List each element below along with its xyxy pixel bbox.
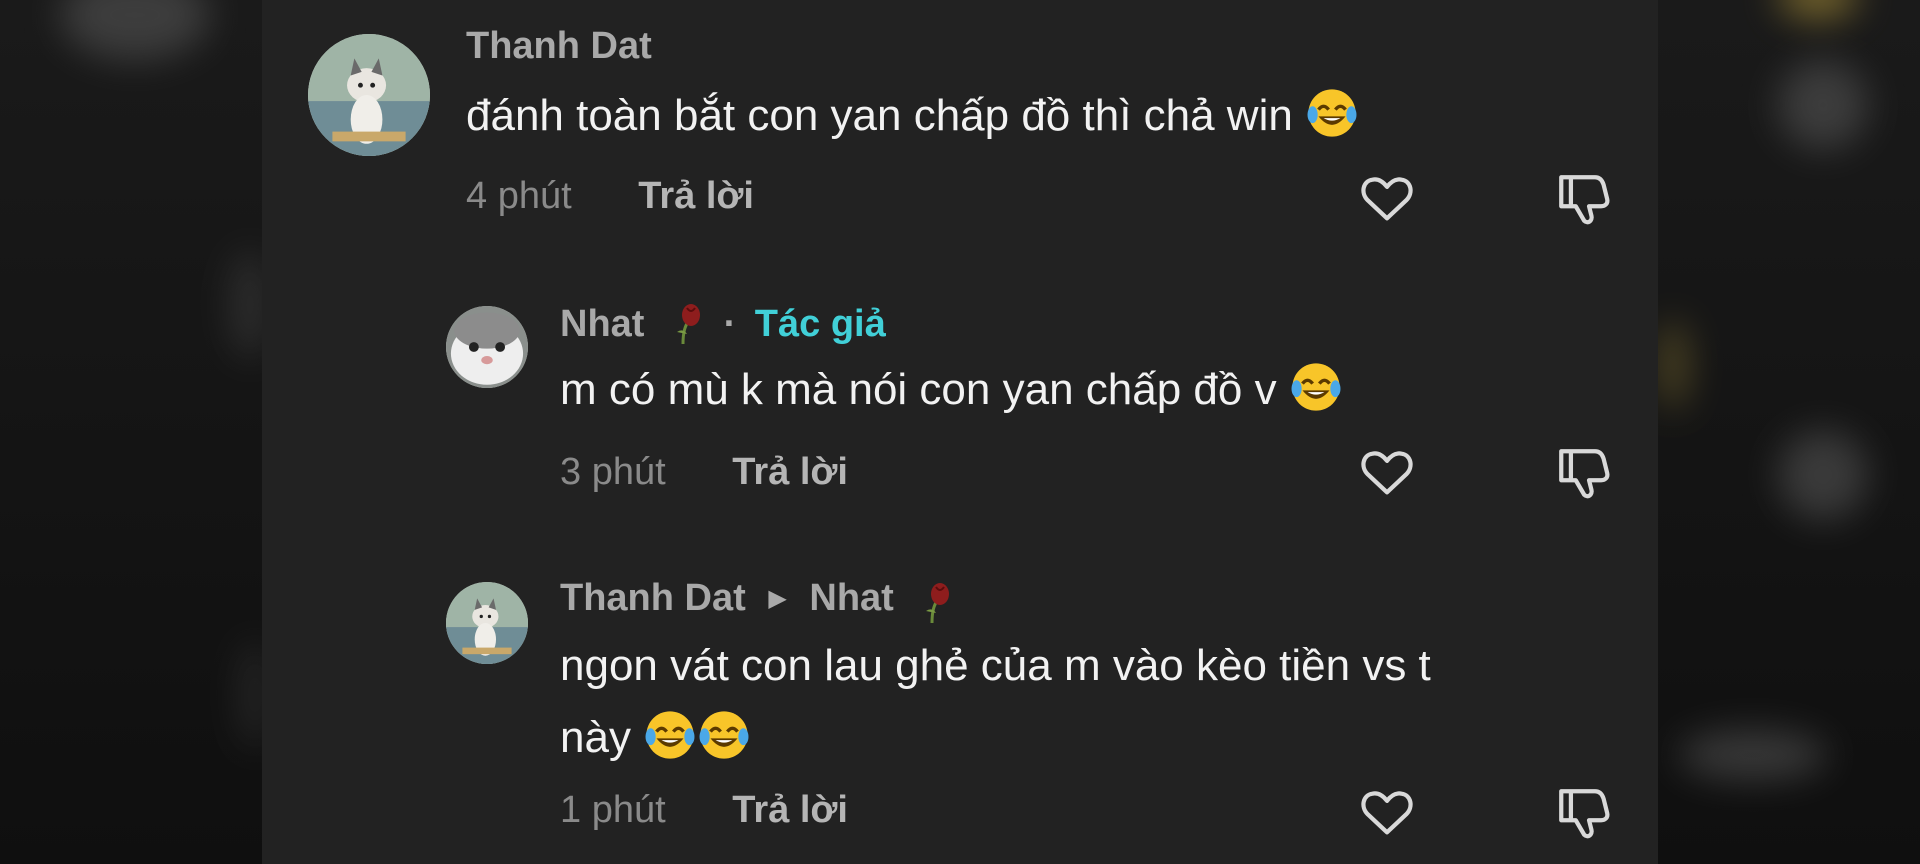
thumbs-down-outline-icon (1559, 449, 1610, 499)
comment-username[interactable]: Nhat (560, 303, 644, 345)
face-with-tears-of-joy-icon (697, 708, 751, 762)
cat-avatar-image (446, 306, 528, 388)
comment-meta: 3 phút Trả lời (560, 450, 848, 494)
wilted-rose-icon (914, 581, 954, 625)
reply-button[interactable]: Trả lời (732, 789, 848, 831)
cat-avatar-image (308, 34, 430, 156)
comment-username[interactable]: Thanh Dat (466, 24, 652, 68)
comment-text: đánh toàn bắt con yan chấp đồ thì chả wi… (466, 80, 1359, 152)
author-badge: Tác giả (754, 303, 886, 345)
dislike-button[interactable] (1554, 784, 1612, 842)
comment-meta: 4 phút Trả lời (466, 174, 754, 218)
dislike-button[interactable] (1554, 170, 1612, 228)
thumbs-down-outline-icon (1559, 789, 1610, 839)
comment-username[interactable]: Thanh Dat (560, 577, 746, 619)
user-avatar[interactable] (446, 306, 528, 388)
cat-avatar-image (446, 582, 528, 664)
comment-text: ngon vát con lau ghẻ của m vào kèo tiền … (560, 630, 1560, 774)
comment-username-row: Nhat · Tác giả (560, 302, 886, 346)
comment-text-body: này (560, 713, 631, 762)
comment-meta: 1 phút Trả lời (560, 788, 848, 832)
like-button[interactable] (1358, 170, 1416, 228)
comment-item: Thanh Dat đánh toàn bắt con yan chấp đồ … (262, 0, 1658, 240)
user-avatar[interactable] (446, 582, 528, 664)
background-video-right (1658, 0, 1920, 864)
comment-username-row: Thanh Dat ▶ Nhat (560, 576, 954, 625)
reply-button[interactable]: Trả lời (732, 451, 848, 493)
separator-dot: · (723, 303, 737, 345)
comment-text-line: ngon vát con lau ghẻ của m vào kèo tiền … (560, 641, 1431, 690)
comment-time: 1 phút (560, 789, 666, 831)
comment-time: 3 phút (560, 451, 666, 493)
like-button[interactable] (1358, 784, 1416, 842)
reply-to-username[interactable]: Nhat (809, 577, 893, 619)
comment-text-body: đánh toàn bắt con yan chấp đồ thì chả wi… (466, 91, 1293, 140)
face-with-tears-of-joy-icon (1305, 86, 1359, 140)
dislike-button[interactable] (1554, 444, 1612, 502)
wilted-rose-icon (665, 302, 705, 346)
thumbs-down-outline-icon (1559, 175, 1610, 225)
face-with-tears-of-joy-icon (1289, 360, 1343, 414)
comment-text-line-2: này (560, 702, 1560, 774)
comment-text-body: m có mù k mà nói con yan chấp đồ v (560, 365, 1277, 414)
heart-outline-icon (1361, 791, 1413, 835)
face-with-tears-of-joy-icon (643, 708, 697, 762)
reply-item: Thanh Dat ▶ Nhat ngon vát con lau ghẻ củ… (262, 566, 1658, 864)
heart-outline-icon (1361, 451, 1413, 495)
comments-panel[interactable]: Thanh Dat đánh toàn bắt con yan chấp đồ … (262, 0, 1658, 864)
reply-item: Nhat · Tác giả m có mù k mà nói con yan … (262, 290, 1658, 530)
reply-button[interactable]: Trả lời (638, 175, 754, 217)
reply-arrow-icon: ▶ (768, 585, 787, 612)
background-video-left (0, 0, 262, 864)
heart-outline-icon (1361, 177, 1413, 221)
comment-text: m có mù k mà nói con yan chấp đồ v (560, 354, 1343, 426)
user-avatar[interactable] (308, 34, 430, 156)
like-button[interactable] (1358, 444, 1416, 502)
comment-time: 4 phút (466, 175, 572, 217)
